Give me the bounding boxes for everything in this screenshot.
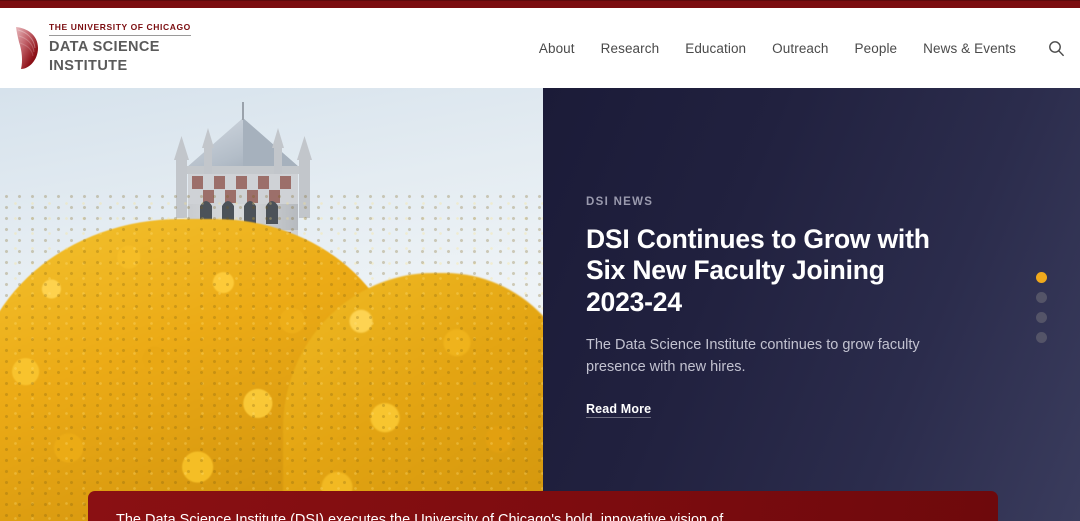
hero-image [0,88,543,521]
logo-university-line: THE UNIVERSITY OF CHICAGO [49,22,191,36]
hero-headline: DSI Continues to Grow with Six New Facul… [586,224,930,317]
primary-navigation: About Research Education Outreach People… [539,38,1066,58]
nav-item-about[interactable]: About [539,41,575,56]
carousel-pagination [1036,272,1047,343]
logo-text-block: THE UNIVERSITY OF CHICAGO DATA SCIENCE I… [49,22,191,74]
carousel-dot-1[interactable] [1036,272,1047,283]
carousel-dot-2[interactable] [1036,292,1047,303]
page-root: THE UNIVERSITY OF CHICAGO DATA SCIENCE I… [0,0,1080,521]
phoenix-shield-icon [14,25,40,71]
hero-description: The Data Science Institute continues to … [586,336,920,375]
hero-text-block: DSI NEWS DSI Continues to Grow with Six … [586,196,986,419]
site-header: THE UNIVERSITY OF CHICAGO DATA SCIENCE I… [0,8,1080,88]
mission-banner-text: The Data Science Institute (DSI) execute… [116,512,724,521]
carousel-dot-3[interactable] [1036,312,1047,323]
nav-item-education[interactable]: Education [685,41,746,56]
nav-item-people[interactable]: People [855,41,898,56]
search-icon[interactable] [1046,38,1066,58]
logo-unit-line-2: INSTITUTE [49,57,128,74]
read-more-link[interactable]: Read More [586,402,652,419]
logo-unit-line-1: DATA SCIENCE [49,38,160,55]
hero-carousel: DSI NEWS DSI Continues to Grow with Six … [0,88,1080,521]
nav-item-research[interactable]: Research [601,41,660,56]
hero-content-panel: DSI NEWS DSI Continues to Grow with Six … [543,88,1080,521]
site-logo[interactable]: THE UNIVERSITY OF CHICAGO DATA SCIENCE I… [14,22,191,74]
nav-item-news-events[interactable]: News & Events [923,41,1016,56]
mission-banner: The Data Science Institute (DSI) execute… [88,491,998,521]
autumn-foliage [0,191,543,521]
hero-eyebrow-label: DSI NEWS [586,196,654,208]
foliage-texture [0,191,543,521]
top-accent-bar [0,0,1080,8]
nav-item-outreach[interactable]: Outreach [772,41,828,56]
carousel-dot-4[interactable] [1036,332,1047,343]
